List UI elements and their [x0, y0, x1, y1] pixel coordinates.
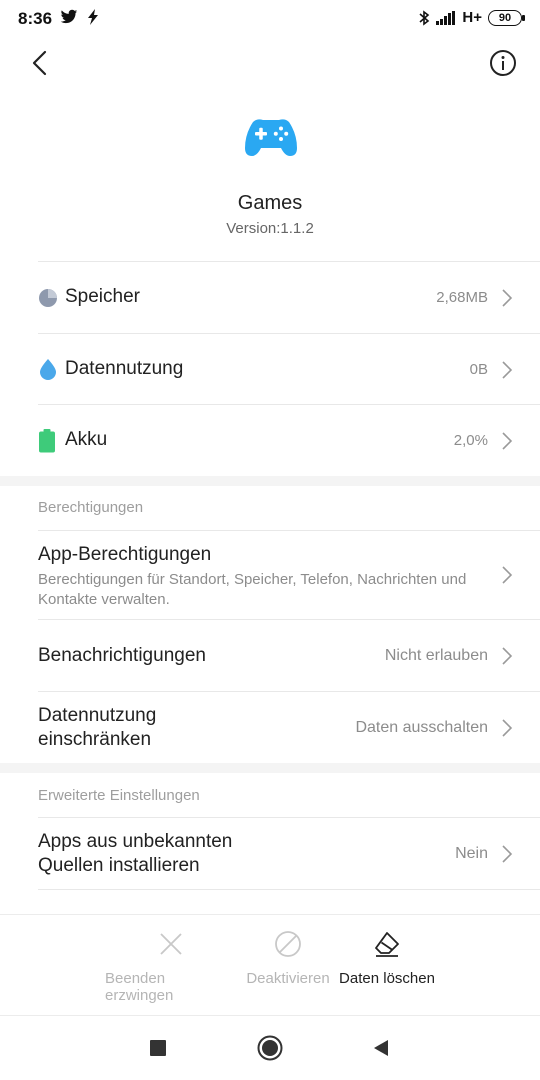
app-version: Version:1.1.2 — [226, 220, 314, 237]
chevron-right-icon — [502, 289, 513, 307]
back-nav-button[interactable] — [368, 1035, 394, 1061]
restrict-data-title-line2: einschränken — [38, 729, 152, 750]
data-drop-icon — [38, 358, 58, 380]
battery-indicator: 90 — [488, 9, 525, 26]
permissions-header: Berechtigungen — [38, 499, 144, 516]
back-button[interactable] — [24, 46, 54, 80]
twitter-icon — [60, 9, 78, 24]
battery-row[interactable]: Akku 2,0% — [0, 405, 540, 476]
force-stop-button[interactable]: Beenden erzwingen — [105, 930, 237, 1004]
unknown-sources-title-line2: Quellen installieren — [38, 855, 200, 876]
recents-button[interactable] — [145, 1035, 171, 1061]
network-type: H+ — [462, 9, 482, 26]
restrict-data-value: Daten ausschalten — [355, 719, 488, 736]
home-circle-icon — [257, 1035, 283, 1061]
notifications-row[interactable]: Benachrichtigungen Nicht erlauben — [0, 620, 540, 691]
storage-pie-icon — [38, 288, 58, 308]
notifications-title: Benachrichtigungen — [38, 645, 206, 666]
section-separator — [0, 763, 540, 773]
storage-value: 2,68MB — [436, 289, 488, 306]
nav-bar-divider — [0, 1015, 540, 1016]
restrict-data-row[interactable]: Datennutzung einschränken Daten ausschal… — [0, 692, 540, 763]
app-name: Games — [237, 192, 303, 214]
data-usage-label: Datennutzung — [65, 358, 184, 379]
force-stop-label: Beenden erzwingen — [105, 970, 174, 1004]
divider — [38, 889, 540, 890]
unknown-sources-title-line1: Apps aus unbekannten — [38, 831, 233, 852]
restrict-data-title-line1: Datennutzung — [38, 705, 157, 726]
square-icon — [150, 1040, 166, 1056]
disable-label: Deaktivieren — [246, 970, 330, 987]
battery-label: Akku — [65, 429, 108, 450]
chevron-right-icon — [502, 432, 513, 450]
app-permissions-subtitle: Berechtigungen für Standort, Speicher, T… — [38, 571, 467, 608]
chevron-right-icon — [502, 361, 513, 379]
chevron-right-icon — [502, 845, 513, 863]
bluetooth-icon — [419, 9, 430, 26]
unknown-sources-value: Nein — [455, 845, 488, 862]
storage-row[interactable]: Speicher 2,68MB — [0, 262, 540, 333]
storage-label: Speicher — [65, 286, 140, 307]
unknown-sources-row[interactable]: Apps aus unbekannten Quellen installiere… — [0, 818, 540, 889]
clear-data-label: Daten löschen — [339, 970, 435, 987]
app-permissions-title: App-Berechtigungen — [38, 544, 212, 565]
back-arrow-icon — [32, 50, 47, 76]
disable-circle-icon — [275, 931, 301, 957]
gamepad-icon — [243, 116, 299, 158]
flash-icon — [88, 9, 98, 25]
signal-icon — [436, 10, 456, 25]
section-separator — [0, 476, 540, 486]
chevron-right-icon — [502, 719, 513, 737]
app-permissions-row[interactable]: App-Berechtigungen Berechtigungen für St… — [0, 531, 540, 619]
data-usage-value: 0B — [469, 361, 488, 378]
status-bar: 8:36 H+ 90 — [0, 0, 540, 38]
advanced-header: Erweiterte Einstellungen — [38, 787, 200, 804]
close-x-icon — [160, 933, 182, 955]
chevron-right-icon — [502, 647, 513, 665]
battery-icon — [38, 429, 58, 453]
notifications-value: Nicht erlauben — [384, 647, 488, 664]
home-button[interactable] — [257, 1035, 283, 1061]
status-time: 8:36 — [18, 9, 53, 28]
disable-button[interactable]: Deaktivieren — [244, 930, 332, 987]
eraser-icon — [375, 932, 399, 957]
info-icon — [490, 50, 516, 76]
clear-data-button[interactable]: Daten löschen — [337, 930, 437, 987]
chevron-right-icon — [502, 566, 513, 584]
back-triangle-icon — [374, 1040, 388, 1056]
data-usage-row[interactable]: Datennutzung 0B — [0, 334, 540, 405]
action-bar-divider — [0, 914, 540, 915]
battery-value: 2,0% — [453, 432, 488, 449]
info-button[interactable] — [488, 48, 518, 78]
